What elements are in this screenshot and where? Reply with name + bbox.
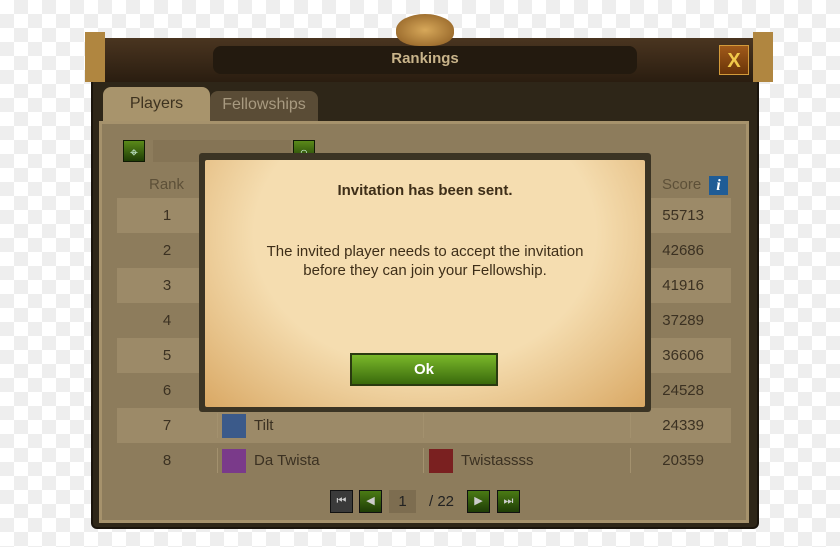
score-cell: 42686 [662,242,704,259]
ok-button[interactable]: Ok [350,353,498,386]
rank-header: Rank [149,176,185,193]
close-button[interactable]: X [719,45,749,75]
first-page-button[interactable]: ⏮ [330,490,353,513]
table-row[interactable]: 7 24339 Tilt [117,408,731,443]
score-cell: 55713 [662,207,704,224]
score-cell: 41916 [662,277,704,294]
lion-emblem-icon [396,14,454,46]
dialog-line-2: before they can join your Fellowship. [303,262,547,279]
tab-fellowships[interactable]: Fellowships [210,91,318,121]
page-total: / 22 [429,493,455,510]
last-page-button[interactable]: ⏭ [497,490,520,513]
player-name[interactable]: Tilt [254,408,273,443]
score-cell: 20359 [662,452,704,469]
dialog-message: The invited player needs to accept the i… [205,242,645,280]
tab-players[interactable]: Players [103,87,210,121]
divider [423,413,424,438]
dialog-line-1: The invited player needs to accept the i… [266,243,584,260]
score-cell: 24528 [662,382,704,399]
score-cell: 37289 [662,312,704,329]
player-name[interactable]: Da Twista [254,443,320,478]
divider [630,448,631,473]
fellowship-emblem [429,449,453,473]
divider [423,448,424,473]
score-cell: 24339 [662,417,704,434]
frame-corner-left [85,32,105,82]
frame-corner-right [753,32,773,82]
next-page-button[interactable]: ▶ [467,490,490,513]
divider [217,413,218,438]
page-input[interactable]: 1 [389,490,416,513]
window-title: Rankings [213,46,637,74]
rank-cell: 8 [162,452,172,469]
divider [630,413,631,438]
score-cell: 36606 [662,347,704,364]
locate-me-button[interactable]: ⌖ [123,140,145,162]
rank-cell: 7 [162,417,172,434]
info-icon[interactable]: i [709,176,728,195]
dialog-title: Invitation has been sent. [337,182,513,199]
player-avatar [222,449,246,473]
table-row[interactable]: 8 20359 Da Twista Twistassss [117,443,731,478]
divider [217,448,218,473]
score-header: Score [662,176,702,193]
fellowship-name[interactable]: Twistassss [461,443,534,478]
prev-page-button[interactable]: ◀ [359,490,382,513]
player-avatar [222,414,246,438]
